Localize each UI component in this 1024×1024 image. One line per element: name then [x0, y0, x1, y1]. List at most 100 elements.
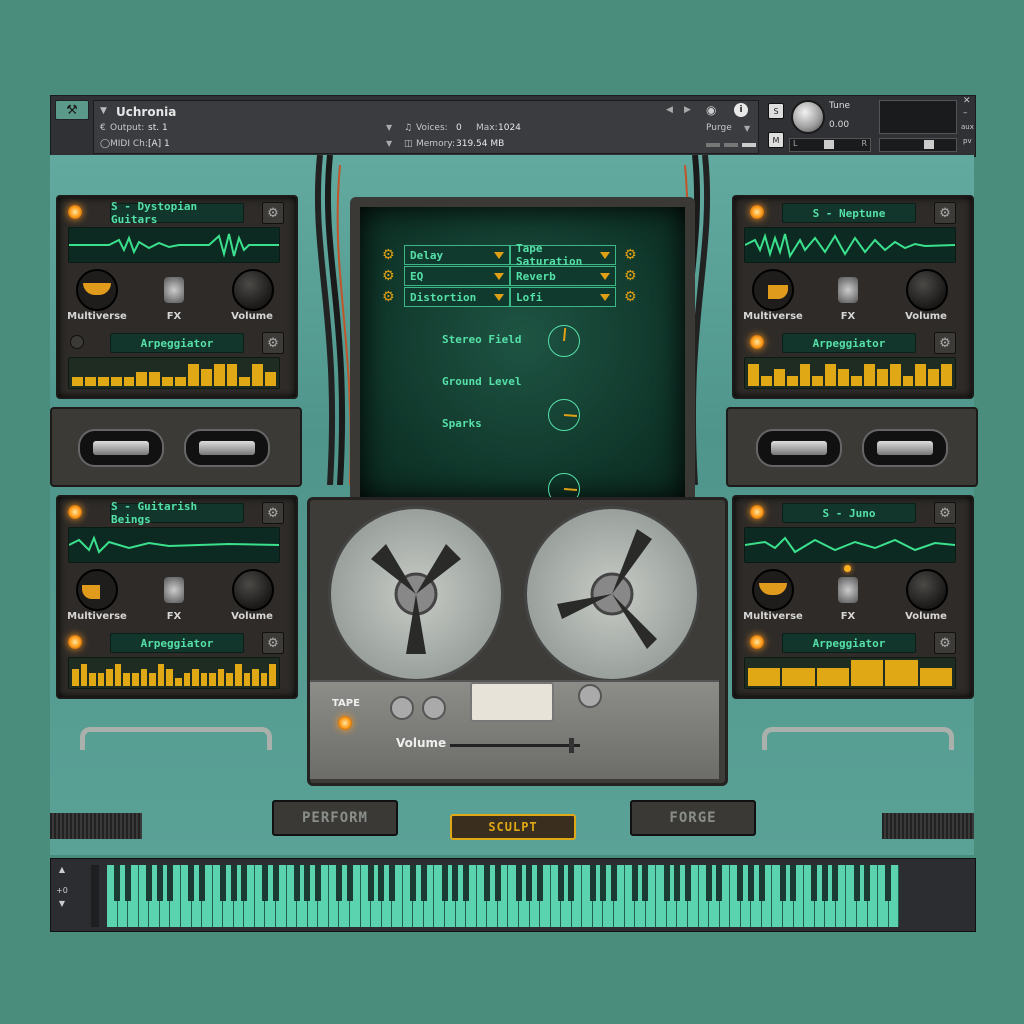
- arp-step-bar[interactable]: [889, 364, 901, 386]
- purge-dropdown-icon[interactable]: ▼: [744, 124, 750, 133]
- black-key[interactable]: [590, 865, 596, 901]
- layer-settings-gear-icon[interactable]: ⚙: [934, 202, 956, 224]
- black-key[interactable]: [421, 865, 427, 901]
- arp-step-bar[interactable]: [226, 364, 238, 386]
- arp-step-bar[interactable]: [110, 377, 122, 386]
- pan-handle[interactable]: [824, 140, 834, 149]
- black-key[interactable]: [716, 865, 722, 901]
- black-key[interactable]: [410, 865, 416, 901]
- arp-step-bar[interactable]: [863, 364, 875, 386]
- octave-down-icon[interactable]: ▼: [55, 899, 69, 908]
- collapse-arrow-icon[interactable]: ▼: [100, 106, 107, 116]
- volume-knob[interactable]: [232, 269, 274, 311]
- fx-slot-2-gear-icon[interactable]: ⚙: [624, 247, 637, 263]
- tune-knob[interactable]: [791, 100, 825, 134]
- arp-step-display[interactable]: [68, 357, 280, 389]
- volume-knob[interactable]: [906, 269, 948, 311]
- black-key[interactable]: [442, 865, 448, 901]
- multiverse-knob[interactable]: [752, 269, 794, 311]
- black-key[interactable]: [642, 865, 648, 901]
- arp-step-bar[interactable]: [162, 377, 173, 386]
- black-key[interactable]: [484, 865, 490, 901]
- arp-step-bar[interactable]: [234, 664, 242, 686]
- octave-control[interactable]: ▲ +0 ▼: [55, 865, 69, 921]
- black-key[interactable]: [600, 865, 606, 901]
- black-key[interactable]: [336, 865, 342, 901]
- arpeggiator-label[interactable]: Arpeggiator: [782, 633, 916, 653]
- max-voices-value[interactable]: 1024: [498, 123, 521, 133]
- output-dropdown-icon[interactable]: ▼: [386, 123, 392, 132]
- arp-step-bar[interactable]: [812, 376, 824, 386]
- black-key[interactable]: [452, 865, 458, 901]
- arpeggiator-label[interactable]: Arpeggiator: [110, 333, 244, 353]
- mute-button[interactable]: M: [768, 132, 784, 148]
- deck-volume-handle[interactable]: [569, 738, 574, 753]
- arp-step-bar[interactable]: [140, 669, 148, 686]
- arp-step-bar[interactable]: [928, 369, 940, 386]
- forge-button[interactable]: FORGE: [630, 800, 756, 836]
- arp-step-bar[interactable]: [192, 669, 199, 686]
- deck-volume-slider[interactable]: [450, 738, 580, 753]
- minimize-icon[interactable]: –: [963, 108, 968, 118]
- stereo-field-knob[interactable]: [548, 325, 580, 357]
- black-key[interactable]: [262, 865, 268, 901]
- arp-step-bar[interactable]: [174, 678, 182, 686]
- fx-slot-1[interactable]: Delay: [404, 245, 510, 265]
- fx-slot-2[interactable]: Tape Saturation: [510, 242, 616, 268]
- black-key[interactable]: [273, 865, 279, 901]
- arp-step-bar[interactable]: [816, 668, 849, 686]
- black-key[interactable]: [854, 865, 860, 901]
- tune-value[interactable]: 0.00: [829, 120, 849, 130]
- black-key[interactable]: [611, 865, 617, 901]
- black-key[interactable]: [463, 865, 469, 901]
- close-icon[interactable]: ✕: [963, 96, 971, 106]
- black-key[interactable]: [748, 865, 754, 901]
- arp-step-bar[interactable]: [149, 673, 156, 686]
- ground-level-knob[interactable]: [548, 399, 580, 431]
- volume-knob[interactable]: [232, 569, 274, 611]
- black-key[interactable]: [294, 865, 300, 901]
- arp-settings-gear-icon[interactable]: ⚙: [934, 332, 956, 354]
- black-key[interactable]: [558, 865, 564, 901]
- octave-up-icon[interactable]: ▲: [55, 865, 69, 874]
- black-key[interactable]: [737, 865, 743, 901]
- arp-step-bar[interactable]: [123, 377, 135, 386]
- perform-button[interactable]: PERFORM: [272, 800, 398, 836]
- arp-step-bar[interactable]: [243, 673, 251, 686]
- arp-step-bar[interactable]: [850, 660, 884, 686]
- fx-slot-3[interactable]: EQ: [404, 266, 510, 286]
- arp-power-led[interactable]: [68, 635, 82, 649]
- arp-step-bar[interactable]: [97, 377, 109, 386]
- arp-step-bar[interactable]: [260, 673, 268, 686]
- arp-step-bar[interactable]: [786, 376, 798, 386]
- black-key[interactable]: [759, 865, 765, 901]
- arp-step-bar[interactable]: [97, 673, 105, 686]
- black-key[interactable]: [125, 865, 131, 901]
- instrument-name[interactable]: Uchronia: [116, 105, 176, 119]
- arp-step-bar[interactable]: [226, 673, 233, 686]
- aux-button[interactable]: aux: [961, 123, 974, 131]
- arp-step-bar[interactable]: [941, 364, 952, 386]
- black-key[interactable]: [526, 865, 532, 901]
- solo-button[interactable]: S: [768, 103, 784, 119]
- output-value[interactable]: st. 1: [148, 123, 168, 133]
- multiverse-knob[interactable]: [76, 269, 118, 311]
- black-key[interactable]: [114, 865, 120, 901]
- black-key[interactable]: [167, 865, 173, 901]
- fx-toggle[interactable]: [164, 577, 184, 603]
- arp-step-bar[interactable]: [136, 372, 148, 386]
- arp-step-bar[interactable]: [114, 664, 122, 686]
- fx-slot-6[interactable]: Lofi: [510, 287, 616, 307]
- arp-step-bar[interactable]: [200, 673, 208, 686]
- fx-slot-5[interactable]: Distortion: [404, 287, 510, 307]
- black-key[interactable]: [378, 865, 384, 901]
- arp-step-bar[interactable]: [252, 364, 264, 386]
- layer-name[interactable]: S - Guitarish Beings: [110, 500, 244, 526]
- arp-step-bar[interactable]: [123, 673, 131, 686]
- arp-power-led[interactable]: [750, 635, 764, 649]
- arp-power-led[interactable]: [750, 335, 764, 349]
- pv-button[interactable]: pv: [963, 137, 972, 145]
- arp-step-bar[interactable]: [89, 673, 96, 686]
- next-instrument-icon[interactable]: ▶: [684, 105, 691, 115]
- volume-knob[interactable]: [906, 569, 948, 611]
